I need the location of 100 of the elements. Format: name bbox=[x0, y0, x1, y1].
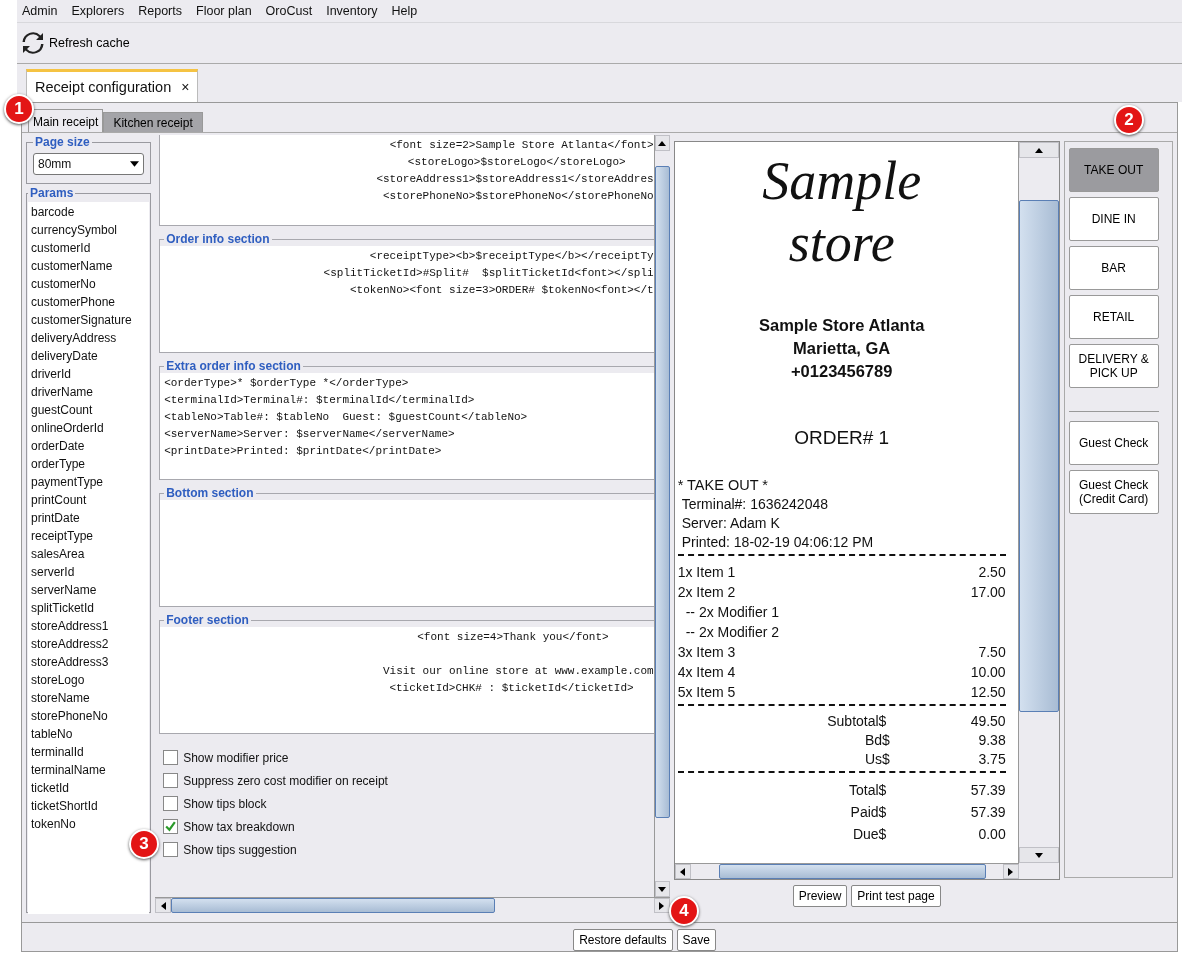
group-legend: Params bbox=[28, 186, 76, 200]
vertical-scrollbar[interactable] bbox=[653, 135, 670, 897]
param-item[interactable]: paymentType bbox=[31, 473, 147, 491]
scroll-up-icon[interactable] bbox=[658, 140, 667, 146]
param-item[interactable]: storeAddress1 bbox=[31, 617, 147, 635]
total-label: Subtotal$ bbox=[826, 712, 887, 731]
checkbox-label: Show tips suggestion bbox=[183, 842, 297, 857]
document-tab-title: Receipt configuration bbox=[35, 79, 172, 95]
item-name: 3x Item 3 bbox=[677, 643, 736, 662]
checkbox[interactable] bbox=[163, 796, 179, 811]
checkbox[interactable] bbox=[163, 842, 179, 857]
scroll-right-icon[interactable] bbox=[659, 901, 665, 910]
scroll-up-icon[interactable] bbox=[1034, 147, 1043, 153]
param-item[interactable]: salesArea bbox=[31, 545, 147, 563]
order-type-button[interactable]: BAR bbox=[1068, 246, 1159, 290]
action-button[interactable]: Restore defaults bbox=[573, 929, 673, 951]
store-info-line: Sample Store Atlanta bbox=[758, 315, 926, 336]
preview-button[interactable]: Print test page bbox=[851, 885, 941, 907]
horizontal-scrollbar[interactable] bbox=[674, 863, 1019, 879]
param-item[interactable]: currencySymbol bbox=[31, 221, 147, 239]
menu-item[interactable]: Reports bbox=[133, 4, 191, 18]
scroll-down-icon[interactable] bbox=[1034, 852, 1043, 858]
item-name: 1x Item 1 bbox=[677, 563, 736, 582]
param-item[interactable]: orderDate bbox=[31, 437, 147, 455]
item-price: 12.50 bbox=[970, 683, 1006, 702]
param-item[interactable]: guestCount bbox=[31, 401, 147, 419]
checkbox-label: Show modifier price bbox=[183, 750, 289, 765]
param-item[interactable]: customerName bbox=[31, 257, 147, 275]
param-item[interactable]: customerNo bbox=[31, 275, 147, 293]
total-value: 0.00 bbox=[977, 825, 1006, 844]
param-item[interactable]: serverId bbox=[31, 563, 147, 581]
menu-item[interactable]: Floor plan bbox=[191, 4, 261, 18]
param-item[interactable]: storeAddress2 bbox=[31, 635, 147, 653]
checkbox-label: Show tips block bbox=[183, 796, 267, 811]
tab[interactable]: Kitchen receipt bbox=[103, 112, 203, 132]
checkbox[interactable] bbox=[163, 773, 179, 788]
param-item[interactable]: deliveryDate bbox=[31, 347, 147, 365]
document-tab[interactable]: Receipt configuration × bbox=[26, 69, 199, 102]
param-item[interactable]: barcode bbox=[31, 203, 147, 221]
order-type-button[interactable]: RETAIL bbox=[1068, 295, 1159, 339]
item-name: 2x Item 2 bbox=[677, 583, 736, 602]
vertical-scrollbar[interactable] bbox=[1017, 142, 1059, 863]
order-type-button[interactable]: DINE IN bbox=[1068, 197, 1159, 241]
param-item[interactable]: ticketId bbox=[31, 779, 147, 797]
preview-button[interactable]: Preview bbox=[792, 885, 848, 907]
receipt-info-line: Server: Adam K bbox=[680, 514, 781, 533]
scroll-left-icon[interactable] bbox=[160, 901, 166, 910]
checkbox[interactable] bbox=[163, 750, 179, 765]
total-label: Total$ bbox=[848, 781, 887, 800]
param-item[interactable]: onlineOrderId bbox=[31, 419, 147, 437]
total-label: Paid$ bbox=[849, 803, 887, 822]
scroll-right-icon[interactable] bbox=[1008, 867, 1014, 876]
menu-item[interactable]: Help bbox=[386, 4, 427, 18]
action-button[interactable]: Save bbox=[676, 929, 716, 951]
scroll-down-icon[interactable] bbox=[658, 886, 667, 892]
code-editor[interactable]: <receiptType><b>$receiptType</b></receiptTy <splitTicketId>#Split# $splitTicketId<font></spli <tokenNo><font size=3>ORDER# $tokenNo<font></t bbox=[160, 246, 654, 352]
param-item[interactable]: driverName bbox=[31, 383, 147, 401]
param-item[interactable]: storePhoneNo bbox=[31, 707, 147, 725]
code-editor[interactable]: <font size=2>Sample Store Atlanta</font> <storeLogo>$storeLogo</storeLogo> <storeAddress1>$storeAddress1</storeAddres <storePhoneNo>$storePhoneNo</storePhoneNo bbox=[160, 135, 654, 225]
total-value: 57.39 bbox=[969, 803, 1006, 822]
param-item[interactable]: customerId bbox=[31, 239, 147, 257]
horizontal-scrollbar[interactable] bbox=[155, 897, 670, 913]
param-item[interactable]: driverId bbox=[31, 365, 147, 383]
page-size-dropdown[interactable]: 80mm bbox=[33, 153, 145, 175]
param-item[interactable]: storeAddress3 bbox=[31, 653, 147, 671]
param-item[interactable]: orderType bbox=[31, 455, 147, 473]
order-type-button[interactable]: DELIVERY & PICK UP bbox=[1068, 344, 1159, 388]
scroll-left-icon[interactable] bbox=[680, 867, 686, 876]
param-item[interactable]: receiptType bbox=[31, 527, 147, 545]
menu-item[interactable]: OroCust bbox=[260, 4, 322, 18]
param-item[interactable]: printCount bbox=[31, 491, 147, 509]
item-name: 5x Item 5 bbox=[677, 683, 736, 702]
param-item[interactable]: printDate bbox=[31, 509, 147, 527]
param-item[interactable]: storeName bbox=[31, 689, 147, 707]
param-item[interactable]: tableNo bbox=[31, 725, 147, 743]
param-item[interactable]: terminalName bbox=[31, 761, 147, 779]
guest-check-button[interactable]: Guest Check bbox=[1068, 421, 1159, 465]
caret-icon bbox=[130, 161, 140, 167]
total-label: Us$ bbox=[864, 750, 890, 769]
refresh-cache-button[interactable]: Refresh cache bbox=[17, 31, 134, 55]
param-item[interactable]: ticketShortId bbox=[31, 797, 147, 815]
menu-item[interactable]: Inventory bbox=[321, 4, 387, 18]
param-item[interactable]: storeLogo bbox=[31, 671, 147, 689]
param-item[interactable]: customerPhone bbox=[31, 293, 147, 311]
code-editor[interactable]: <orderType>* $orderType *</orderType> <terminalId>Terminal#: $terminalId</terminalId> <tableNo>Table#: $tableNo Guest: $guestCount</tableNo> <serverName>Server: $serverName</serverName> <printDate>Printed: $printDate</printDate> bbox=[160, 373, 654, 479]
checkbox[interactable] bbox=[163, 819, 179, 834]
total-value: 3.75 bbox=[977, 750, 1006, 769]
order-type-button[interactable]: TAKE OUT bbox=[1068, 148, 1159, 192]
code-editor[interactable]: <font size=4>Thank you</font> Visit our online store at www.example.com <ticketId>CHK# : $ticketId</ticketId> bbox=[160, 627, 654, 733]
param-item[interactable]: splitTicketId bbox=[31, 599, 147, 617]
param-item[interactable]: customerSignature bbox=[31, 311, 147, 329]
close-icon[interactable]: × bbox=[181, 79, 190, 95]
guest-check-button[interactable]: Guest Check (Credit Card) bbox=[1068, 470, 1159, 514]
param-item[interactable]: serverName bbox=[31, 581, 147, 599]
param-item[interactable]: terminalId bbox=[31, 743, 147, 761]
tab[interactable]: Main receipt bbox=[28, 109, 104, 132]
menu-item[interactable]: Admin bbox=[17, 4, 67, 18]
param-item[interactable]: deliveryAddress bbox=[31, 329, 147, 347]
menu-item[interactable]: Explorers bbox=[66, 4, 134, 18]
group-legend: Page size bbox=[33, 135, 92, 149]
